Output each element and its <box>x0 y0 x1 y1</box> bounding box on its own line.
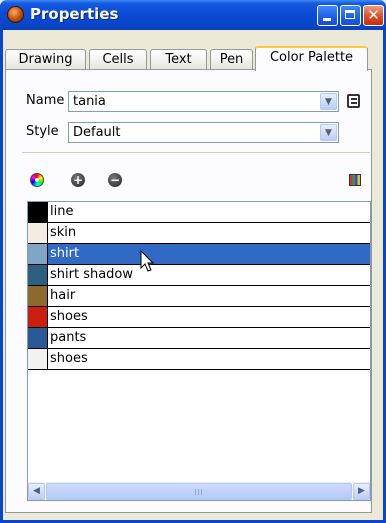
scroll-right-button[interactable]: ▶ <box>353 483 370 500</box>
color-name: shoes <box>50 309 88 324</box>
maximize-button[interactable] <box>340 5 361 26</box>
scroll-left-button[interactable]: ◀ <box>28 483 45 500</box>
chevron-down-icon[interactable]: ▼ <box>320 124 337 141</box>
color-name: shirt <box>50 246 80 261</box>
style-value: Default <box>73 125 121 140</box>
window-title: Properties <box>30 5 119 23</box>
color-list[interactable]: line skin shirt shirt shadow hair shoes … <box>27 201 371 501</box>
chevron-right-icon: ▶ <box>358 486 365 496</box>
plus-icon: + <box>72 173 84 187</box>
scrollbar-grip <box>195 489 204 495</box>
color-swatch[interactable] <box>28 244 48 264</box>
chevron-left-icon: ◀ <box>33 486 40 496</box>
app-icon <box>7 6 24 23</box>
color-name: skin <box>50 225 77 240</box>
tab-drawing[interactable]: Drawing <box>5 49 86 70</box>
color-row[interactable]: shoes <box>28 349 370 370</box>
horizontal-scrollbar[interactable]: ◀ ▶ <box>28 482 370 500</box>
name-label: Name <box>26 93 65 108</box>
color-row[interactable]: shoes <box>28 307 370 328</box>
divider <box>22 152 370 154</box>
color-name: hair <box>50 288 76 303</box>
add-color-button[interactable]: + <box>71 173 85 187</box>
color-swatch[interactable] <box>28 223 48 243</box>
minus-icon: − <box>109 173 121 187</box>
maximize-icon <box>345 10 355 19</box>
name-value: tania <box>73 94 106 109</box>
scrollbar-thumb[interactable] <box>46 483 352 500</box>
minimize-icon <box>323 18 331 21</box>
color-name: pants <box>50 330 87 345</box>
close-icon: ✕ <box>367 6 380 24</box>
color-row[interactable]: pants <box>28 328 370 349</box>
close-button[interactable]: ✕ <box>363 5 384 26</box>
color-row[interactable]: shirt shadow <box>28 265 370 286</box>
color-swatch[interactable] <box>28 265 48 285</box>
color-row[interactable]: hair <box>28 286 370 307</box>
color-row[interactable]: skin <box>28 223 370 244</box>
color-swatch[interactable] <box>28 307 48 327</box>
tab-text[interactable]: Text <box>150 49 207 70</box>
mouse-pointer-icon <box>140 250 155 272</box>
palette-library-icon[interactable] <box>347 94 360 108</box>
minimize-button[interactable] <box>317 5 338 26</box>
color-wheel-icon[interactable] <box>30 173 44 187</box>
style-label: Style <box>26 124 59 139</box>
name-dropdown[interactable]: tania ▼ <box>68 91 339 112</box>
style-dropdown[interactable]: Default ▼ <box>68 122 339 143</box>
color-swatch[interactable] <box>28 202 48 222</box>
color-swatch[interactable] <box>28 349 48 369</box>
color-swatch[interactable] <box>28 328 48 348</box>
remove-color-button[interactable]: − <box>108 173 122 187</box>
color-name: shirt shadow <box>50 267 134 282</box>
tab-color-palette[interactable]: Color Palette <box>255 46 368 71</box>
color-row[interactable]: shirt <box>28 244 370 265</box>
color-swatch[interactable] <box>28 286 48 306</box>
color-name: line <box>50 204 74 219</box>
tab-pen[interactable]: Pen <box>210 49 253 70</box>
tab-strip: Drawing Cells Text Pen Color Palette <box>5 46 378 71</box>
chevron-down-icon[interactable]: ▼ <box>320 93 337 110</box>
color-name: shoes <box>50 351 88 366</box>
title-bar[interactable]: Properties ✕ <box>0 0 386 30</box>
tab-cells[interactable]: Cells <box>89 49 147 70</box>
color-row[interactable]: line <box>28 202 370 223</box>
palette-grid-icon[interactable] <box>349 174 361 186</box>
